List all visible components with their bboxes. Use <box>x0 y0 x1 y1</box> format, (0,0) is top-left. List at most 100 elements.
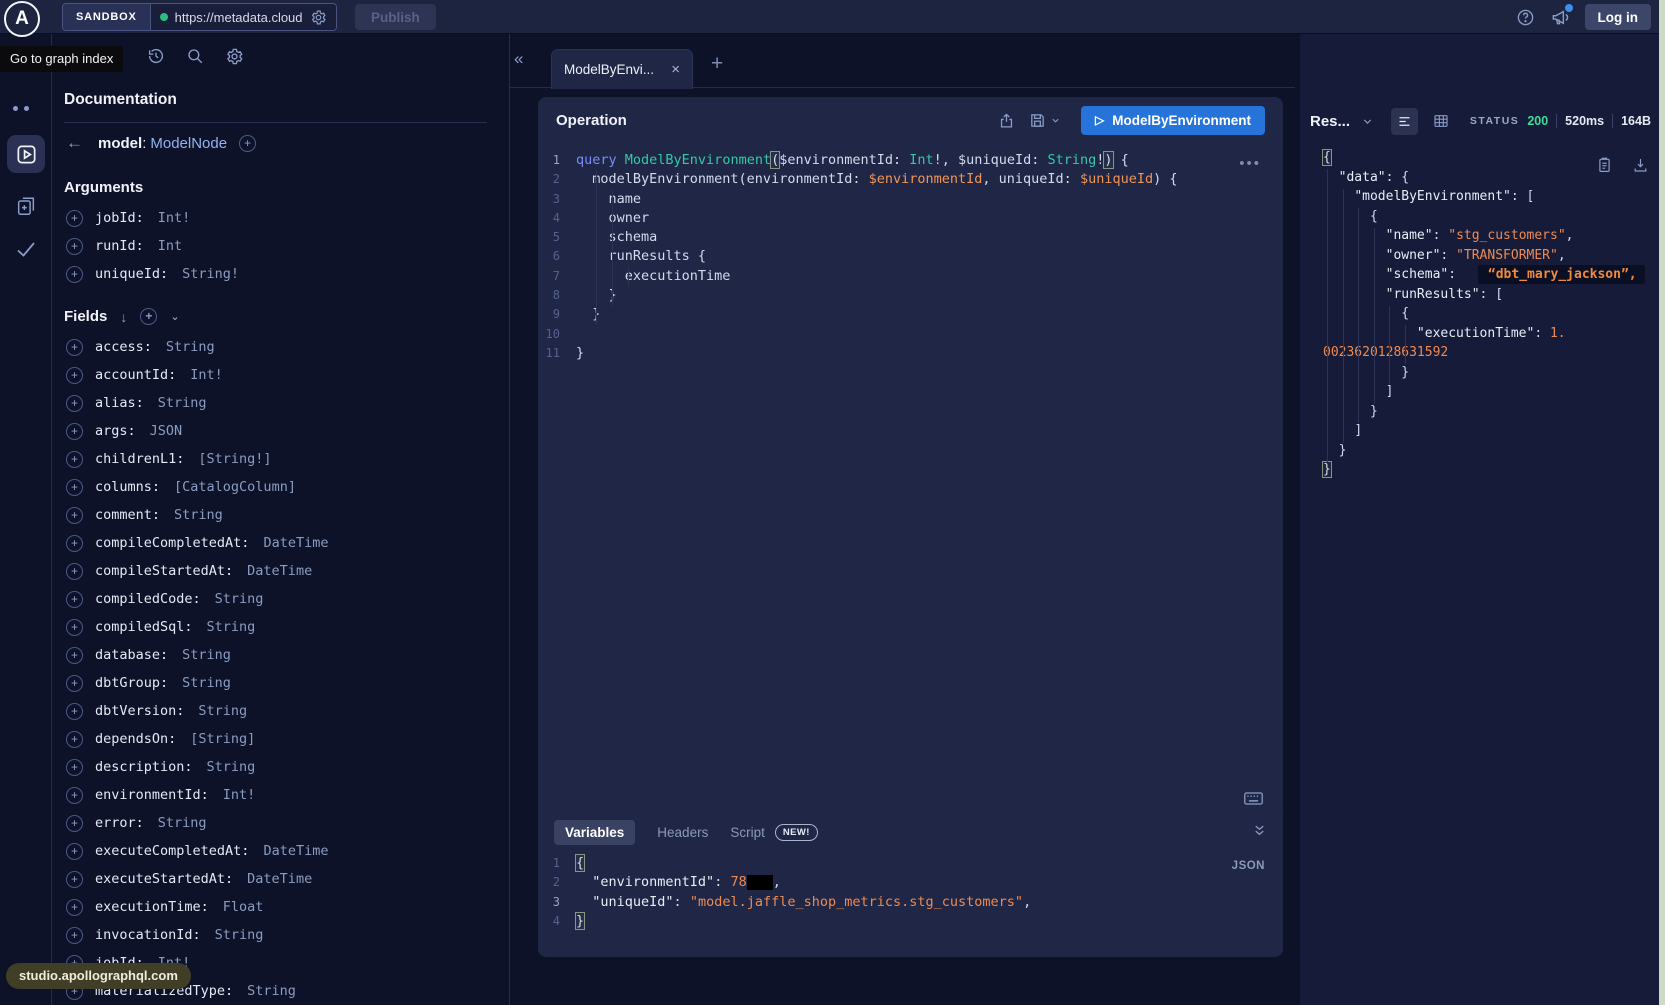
add-field-icon[interactable]: + <box>66 479 83 496</box>
field-row[interactable]: +environmentId:Int! <box>52 781 509 809</box>
field-row[interactable]: +compileCompletedAt:DateTime <box>52 529 509 557</box>
play-icon: ▷ <box>1095 113 1104 127</box>
add-field-icon[interactable]: + <box>66 619 83 636</box>
field-row[interactable]: +compiledSql:String <box>52 613 509 641</box>
variables-tab-bar: VariablesHeadersScriptNEW! <box>538 810 1283 845</box>
field-row[interactable]: +compiledCode:String <box>52 585 509 613</box>
field-name: dbtGroup: <box>95 675 168 691</box>
back-arrow-icon[interactable]: ← <box>66 133 86 153</box>
add-field-icon[interactable]: + <box>66 339 83 356</box>
add-field-icon[interactable]: + <box>66 675 83 692</box>
response-dropdown-chevron-icon[interactable] <box>1361 115 1374 128</box>
add-field-icon[interactable]: + <box>66 647 83 664</box>
table-icon <box>1433 113 1449 129</box>
add-field-icon[interactable]: + <box>66 395 83 412</box>
run-operation-button[interactable]: ▷ ModelByEnvironment <box>1081 106 1265 135</box>
add-field-icon[interactable]: + <box>66 238 83 255</box>
sidebar-item-explorer[interactable] <box>7 135 45 173</box>
tab-modelbyenvironment[interactable]: ModelByEnvi... × <box>551 49 693 89</box>
add-field-icon[interactable]: + <box>66 927 83 944</box>
new-tab-icon[interactable]: + <box>711 52 723 76</box>
save-icon[interactable] <box>1029 112 1046 129</box>
save-chevron-down-icon[interactable] <box>1050 115 1061 126</box>
graph-index-icon[interactable] <box>13 106 29 111</box>
add-field-icon[interactable]: + <box>66 787 83 804</box>
code-line: 0023620128631592 <box>1323 343 1655 363</box>
add-field-icon[interactable]: + <box>66 899 83 916</box>
field-row[interactable]: +columns:[CatalogColumn] <box>52 473 509 501</box>
add-field-icon[interactable]: + <box>66 563 83 580</box>
publish-button[interactable]: Publish <box>355 4 436 30</box>
add-field-icon[interactable]: + <box>66 451 83 468</box>
share-icon[interactable] <box>998 112 1015 129</box>
type-link[interactable]: ModelNode <box>150 135 227 152</box>
field-row[interactable]: +comment:String <box>52 501 509 529</box>
view-table-toggle[interactable] <box>1427 108 1454 135</box>
field-row[interactable]: +dependsOn:[String] <box>52 725 509 753</box>
add-field-icon[interactable]: + <box>66 210 83 227</box>
field-row[interactable]: +args:JSON <box>52 417 509 445</box>
endpoint-url-input[interactable]: https://metadata.cloud.get <box>175 10 303 25</box>
code-line: ] <box>1323 382 1655 402</box>
collapse-sidebar-icon[interactable]: « <box>514 49 523 69</box>
login-button[interactable]: Log in <box>1585 4 1652 30</box>
field-row[interactable]: +dbtGroup:String <box>52 669 509 697</box>
add-field-icon[interactable]: + <box>66 843 83 860</box>
field-row[interactable]: +database:String <box>52 641 509 669</box>
help-icon[interactable] <box>1516 8 1535 27</box>
variables-editor[interactable]: 1{2 "environmentId": 78,3 "uniqueId": "m… <box>538 854 1283 931</box>
field-name: alias: <box>95 395 144 411</box>
add-field-icon[interactable]: + <box>66 591 83 608</box>
history-icon[interactable] <box>147 47 165 65</box>
field-row[interactable]: +uniqueId:String! <box>52 260 509 288</box>
field-type: String <box>207 759 256 775</box>
field-row[interactable]: +runId:Int <box>52 232 509 260</box>
field-row[interactable]: +access:String <box>52 333 509 361</box>
field-row[interactable]: +invocationId:String <box>52 921 509 949</box>
collapse-panel-double-chevron-icon[interactable] <box>1252 823 1267 838</box>
left-icon-rail <box>0 34 52 1005</box>
add-field-icon[interactable]: + <box>66 703 83 720</box>
tab-variables[interactable]: Variables <box>554 820 635 845</box>
field-row[interactable]: +executeCompletedAt:DateTime <box>52 837 509 865</box>
endpoint-settings-gear-icon[interactable] <box>310 9 327 26</box>
field-row[interactable]: +error:String <box>52 809 509 837</box>
field-row[interactable]: +executionTime:Float <box>52 893 509 921</box>
search-icon[interactable] <box>186 47 204 65</box>
field-row[interactable]: +jobId:Int! <box>52 204 509 232</box>
add-field-icon[interactable]: + <box>66 367 83 384</box>
sidebar-item-collections[interactable] <box>7 187 45 225</box>
add-field-icon[interactable]: + <box>66 266 83 283</box>
add-field-icon[interactable]: + <box>66 535 83 552</box>
operation-editor[interactable]: 1query ModelByEnvironment($environmentId… <box>538 143 1283 363</box>
code-line: "schema": “dbt_mary_jackson”, <box>1323 265 1655 285</box>
tab-headers[interactable]: Headers <box>657 820 708 845</box>
code-line: "data": { <box>1323 168 1655 188</box>
add-type-icon[interactable]: + <box>239 135 256 152</box>
chevron-down-icon[interactable]: ⌄ <box>170 310 179 323</box>
view-raw-toggle[interactable] <box>1391 108 1418 135</box>
add-field-icon[interactable]: + <box>66 731 83 748</box>
tab-script[interactable]: Script <box>730 820 765 845</box>
add-field-icon[interactable]: + <box>66 815 83 832</box>
sidebar-item-checklist[interactable] <box>7 230 45 268</box>
add-field-icon[interactable]: + <box>66 507 83 524</box>
apollo-logo[interactable]: A <box>4 1 40 37</box>
announcements-megaphone-icon[interactable] <box>1550 7 1570 27</box>
sort-fields-icon[interactable]: ↓ <box>120 309 127 325</box>
keyboard-shortcuts-icon[interactable] <box>1244 792 1263 805</box>
code-line: } <box>1323 460 1655 480</box>
add-field-icon[interactable]: + <box>66 423 83 440</box>
add-field-icon[interactable]: + <box>66 871 83 888</box>
field-row[interactable]: +alias:String <box>52 389 509 417</box>
add-field-icon[interactable]: + <box>66 759 83 776</box>
field-row[interactable]: +dbtVersion:String <box>52 697 509 725</box>
field-row[interactable]: +executeStartedAt:DateTime <box>52 865 509 893</box>
field-row[interactable]: +description:String <box>52 753 509 781</box>
field-row[interactable]: +accountId:Int! <box>52 361 509 389</box>
settings-gear-icon[interactable] <box>225 47 244 66</box>
field-row[interactable]: +compileStartedAt:DateTime <box>52 557 509 585</box>
add-all-fields-icon[interactable]: + <box>140 308 157 325</box>
close-tab-icon[interactable]: × <box>671 61 680 78</box>
field-row[interactable]: +childrenL1:[String!] <box>52 445 509 473</box>
